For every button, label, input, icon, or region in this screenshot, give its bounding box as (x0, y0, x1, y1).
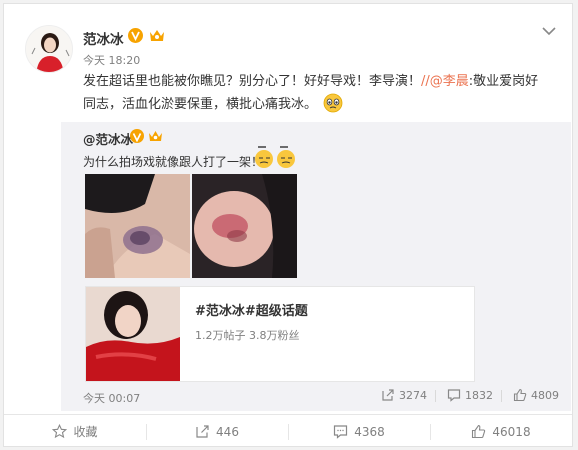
repost-author[interactable]: @范冰冰 (83, 129, 133, 148)
author-name[interactable]: 范冰冰 (83, 28, 124, 48)
favorite-label: 收藏 (73, 425, 98, 439)
repost-like-button[interactable]: 4809 (513, 388, 559, 402)
comment-icon (447, 389, 461, 402)
comment-icon (334, 425, 348, 439)
chevron-down-icon[interactable] (541, 22, 557, 36)
repost-image-2[interactable] (192, 174, 297, 278)
verified-badge-icon[interactable] (128, 28, 143, 43)
repost-image-1[interactable] (85, 174, 190, 278)
topic-cover-image[interactable] (86, 287, 180, 381)
comment-button[interactable]: 4368 (288, 415, 430, 448)
crying-face-emoji-icon (323, 93, 343, 113)
favorite-button[interactable]: 收藏 (4, 415, 146, 448)
repost-forward-button[interactable]: 3274 (381, 388, 427, 402)
repost-container: @范冰冰 为什么拍场戏就像跟人打了一架！ #范冰冰#超级话题 1.2万帖子 3.… (61, 122, 571, 411)
repost-timestamp[interactable]: 今天 00:07 (83, 390, 140, 406)
divider (501, 390, 502, 402)
topic-stats: 1.2万帖子 3.8万粉丝 (195, 329, 300, 342)
super-topic-card[interactable]: #范冰冰#超级话题 1.2万帖子 3.8万粉丝 (85, 286, 475, 382)
vip-crown-icon[interactable] (147, 129, 164, 144)
sweat-face-emoji-icon (254, 145, 296, 169)
post-timestamp[interactable]: 今天 18:20 (83, 52, 140, 68)
repost-text: 为什么拍场戏就像跟人打了一架！ (83, 155, 264, 169)
author-avatar[interactable] (25, 25, 73, 73)
verified-badge-icon[interactable] (130, 129, 144, 143)
star-icon (52, 424, 68, 439)
forward-button[interactable]: 446 (146, 415, 288, 448)
forward-icon (382, 389, 394, 401)
post-text-part1: 发在超话里也能被你瞧见？别分心了！好好导戏！李导演！ (83, 74, 422, 89)
action-bar: 收藏 446 4368 46018 (4, 414, 572, 448)
repost-comment-count: 1832 (465, 388, 493, 402)
repost-forward-count: 3274 (399, 388, 427, 402)
like-button[interactable]: 46018 (430, 415, 572, 448)
thumbs-up-icon (513, 388, 527, 402)
post-text: 发在超话里也能被你瞧见？别分心了！好好导戏！李导演！//@李晨:敬业爱岗好同志，… (83, 71, 543, 116)
forward-icon (196, 425, 209, 438)
repost-comment-button[interactable]: 1832 (447, 388, 493, 402)
vip-crown-icon[interactable] (148, 28, 166, 44)
mention-link[interactable]: //@李晨 (421, 74, 469, 89)
repost-like-count: 4809 (531, 388, 559, 402)
like-count: 46018 (492, 424, 531, 439)
topic-title[interactable]: #范冰冰#超级话题 (195, 300, 308, 319)
weibo-post-card: 范冰冰 今天 18:20 发在超话里也能被你瞧见？别分心了！好好导戏！李导演！/… (3, 3, 573, 447)
forward-count: 446 (216, 424, 239, 439)
thumbs-up-icon (472, 424, 486, 439)
divider (435, 390, 436, 402)
comment-count: 4368 (354, 424, 385, 439)
